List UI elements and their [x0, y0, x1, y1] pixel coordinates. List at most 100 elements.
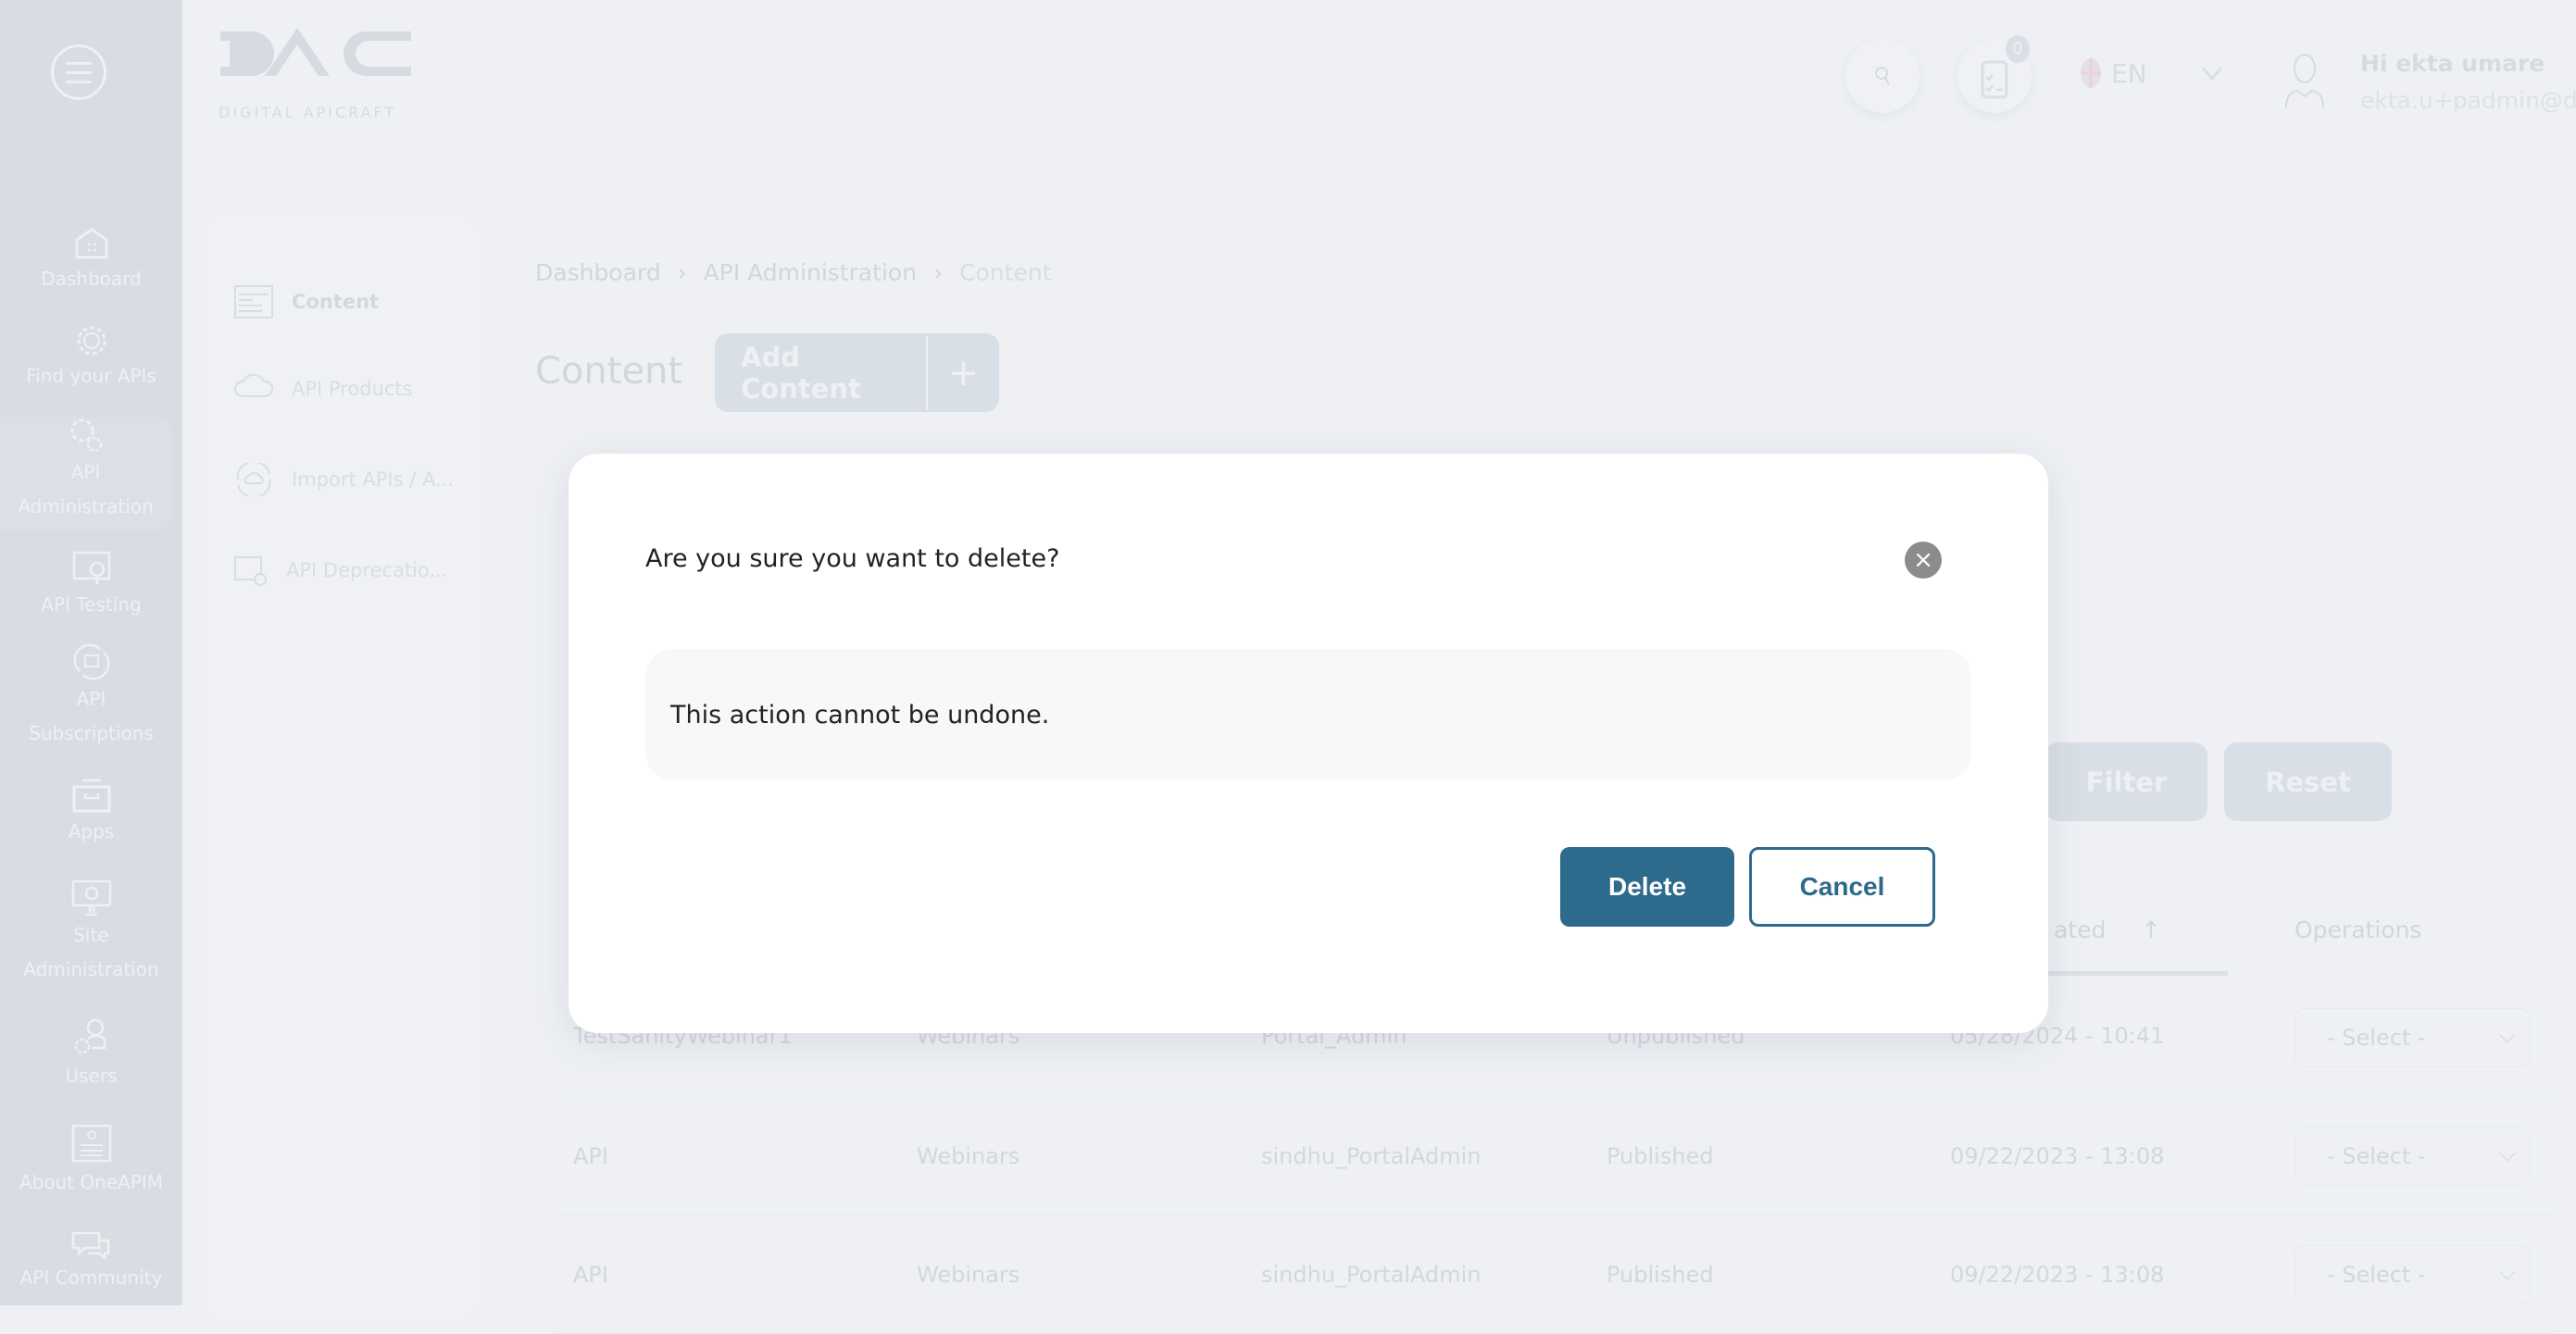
main-sidebar: Dashboard Find your APIs API Administrat…	[0, 0, 182, 1305]
user-avatar-icon	[2285, 54, 2324, 108]
close-icon: ×	[1913, 546, 1933, 574]
chat-bubbles-icon	[71, 1231, 109, 1259]
dialog-title: Are you sure you want to delete?	[645, 544, 1060, 573]
breadcrumb: Dashboard › API Administration › Content	[535, 259, 1052, 286]
sidebar-item-api-subscriptions[interactable]: API Subscriptions	[0, 643, 182, 751]
dac-logo	[220, 28, 411, 76]
page-title: Content	[535, 350, 683, 393]
sidebar-item-about[interactable]: About OneAPIM	[0, 1125, 182, 1200]
breadcrumb-content: Content	[959, 259, 1052, 286]
sidebar-item-label: Site Administration	[23, 924, 159, 980]
breadcrumb-api-administration[interactable]: API Administration	[704, 259, 917, 286]
operations-select[interactable]: - Select - ⌵	[2295, 1245, 2530, 1304]
sidebar-item-api-administration[interactable]: API Administration	[0, 417, 171, 530]
task-count-badge: 0	[2006, 35, 2030, 63]
subnav-label: API Deprecatio...	[286, 559, 448, 581]
user-email: ekta.u+padmin@d...	[2360, 87, 2576, 114]
operations-select[interactable]: - Select - ⌵	[2295, 1008, 2530, 1067]
sidebar-item-label: Dashboard	[41, 268, 142, 290]
language-code: EN	[2111, 57, 2147, 89]
cell-updated: 09/22/2023 - 13:08	[1950, 1262, 2165, 1288]
cell-title[interactable]: API	[573, 1143, 608, 1169]
sort-up-arrow-icon[interactable]: ↑	[2141, 916, 2160, 943]
chevron-down-icon: ⌵	[2498, 1141, 2516, 1166]
select-value: - Select -	[2327, 1143, 2426, 1169]
subnav-item-api-products[interactable]: API Products	[234, 372, 413, 405]
search-button[interactable]	[1845, 39, 1919, 113]
language-selector[interactable]: EN	[2080, 57, 2223, 89]
sidebar-item-site-administration[interactable]: Site Administration	[0, 879, 182, 987]
home-icon	[75, 228, 107, 259]
chevron-down-icon: ⌵	[2498, 1259, 2516, 1285]
chevron-right-icon: ›	[933, 259, 944, 286]
sidebar-item-label: Users	[65, 1065, 118, 1087]
cell-author: sindhu_PortalAdmin	[1261, 1143, 1482, 1169]
close-button[interactable]: ×	[1905, 542, 1942, 579]
reset-button[interactable]: Reset	[2224, 742, 2392, 821]
sidebar-item-dashboard[interactable]: Dashboard	[0, 227, 182, 296]
sidebar-item-api-community[interactable]: API Community	[0, 1231, 182, 1295]
cell-author: sindhu_PortalAdmin	[1261, 1262, 1482, 1288]
chevron-down-icon[interactable]	[2201, 65, 2223, 81]
subscriptions-icon	[72, 643, 110, 680]
menu-toggle-button[interactable]	[51, 44, 106, 100]
tasks-button[interactable]: 0	[1957, 35, 2032, 113]
dialog-message: This action cannot be undone.	[670, 701, 1050, 729]
header-label: ated	[2054, 916, 2107, 943]
cell-updated: 09/22/2023 - 13:08	[1950, 1143, 2165, 1169]
sidebar-item-label: API Administration	[18, 461, 154, 517]
testing-icon	[72, 551, 110, 584]
avatar[interactable]	[2268, 43, 2342, 117]
sidebar-item-label: API Community	[19, 1266, 163, 1289]
plus-icon: +	[947, 351, 980, 394]
subnav-label: API Products	[292, 378, 413, 400]
column-header-updated[interactable]: ated ↑	[2054, 916, 2160, 943]
subnav-label: Import APIs / A...	[292, 468, 454, 491]
user-greeting: Hi ekta umare	[2360, 50, 2545, 77]
sidebar-item-api-testing[interactable]: API Testing	[0, 551, 182, 622]
gears-icon	[70, 418, 102, 453]
add-content-label: Add Content	[741, 341, 861, 405]
delete-button[interactable]: Delete	[1560, 847, 1734, 927]
dialog-message-box: This action cannot be undone.	[645, 649, 1971, 780]
breadcrumb-dashboard[interactable]: Dashboard	[535, 259, 661, 286]
user-gear-icon	[74, 1018, 106, 1054]
api-gear-icon	[77, 326, 106, 355]
column-header-operations: Operations	[2295, 916, 2422, 943]
info-document-icon	[71, 1125, 111, 1163]
select-value: - Select -	[2327, 1262, 2426, 1288]
cell-type: Webinars	[917, 1143, 1020, 1169]
cancel-button[interactable]: Cancel	[1749, 847, 1935, 927]
sidebar-item-label: API Subscriptions	[29, 688, 154, 744]
sidebar-item-label: About OneAPIM	[19, 1171, 164, 1193]
filter-button[interactable]: Filter	[2045, 742, 2207, 821]
table-row: API Webinars sindhu_PortalAdmin Publishe…	[556, 1216, 2556, 1334]
sidebar-item-label: API Testing	[41, 593, 142, 616]
logo-subtitle: DIGITAL APICRAFT	[219, 104, 397, 121]
uk-flag-icon	[2081, 58, 2101, 88]
chevron-right-icon: ›	[677, 259, 687, 286]
sidebar-item-find-apis[interactable]: Find your APIs	[0, 324, 182, 393]
api-cloud-icon	[234, 373, 273, 397]
subnav-label: Content	[292, 291, 380, 313]
cell-status: Published	[1607, 1262, 1714, 1288]
subnav-item-import-apis[interactable]: Import APIs / A...	[234, 463, 454, 496]
select-value: - Select -	[2327, 1025, 2426, 1051]
checklist-icon	[1981, 60, 2008, 99]
monitor-gear-icon	[71, 879, 111, 916]
cell-title[interactable]: API	[573, 1262, 608, 1288]
operations-select[interactable]: - Select - ⌵	[2295, 1127, 2530, 1186]
sidebar-item-users[interactable]: Users	[0, 1018, 182, 1093]
sidebar-item-label: Find your APIs	[26, 365, 156, 387]
content-edit-icon	[234, 285, 273, 318]
sidebar-item-label: Apps	[68, 820, 115, 842]
subnav-item-api-deprecation[interactable]: API Deprecatio...	[234, 554, 447, 587]
table-row: API Webinars sindhu_PortalAdmin Publishe…	[556, 1097, 2556, 1216]
sidebar-item-apps[interactable]: Apps	[0, 778, 182, 849]
chevron-down-icon: ⌵	[2498, 1022, 2516, 1048]
delete-confirm-dialog: Are you sure you want to delete? × This …	[569, 454, 2048, 1033]
archive-box-icon	[72, 779, 110, 813]
subnav-item-content[interactable]: Content	[234, 285, 379, 318]
cloud-sync-icon	[236, 463, 271, 496]
add-content-button[interactable]: Add Content +	[715, 333, 999, 412]
